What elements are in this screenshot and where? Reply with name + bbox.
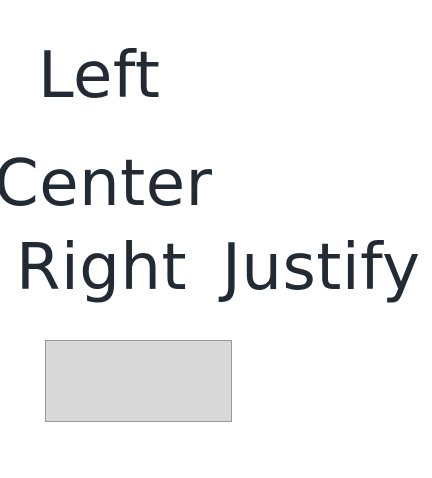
alignment-center-label: Center <box>0 147 213 221</box>
alignment-right-label: Right <box>16 231 188 305</box>
alignment-justify-label: Justify <box>222 231 421 305</box>
gray-rectangle <box>45 340 232 422</box>
alignment-left-label: Left <box>38 39 161 113</box>
